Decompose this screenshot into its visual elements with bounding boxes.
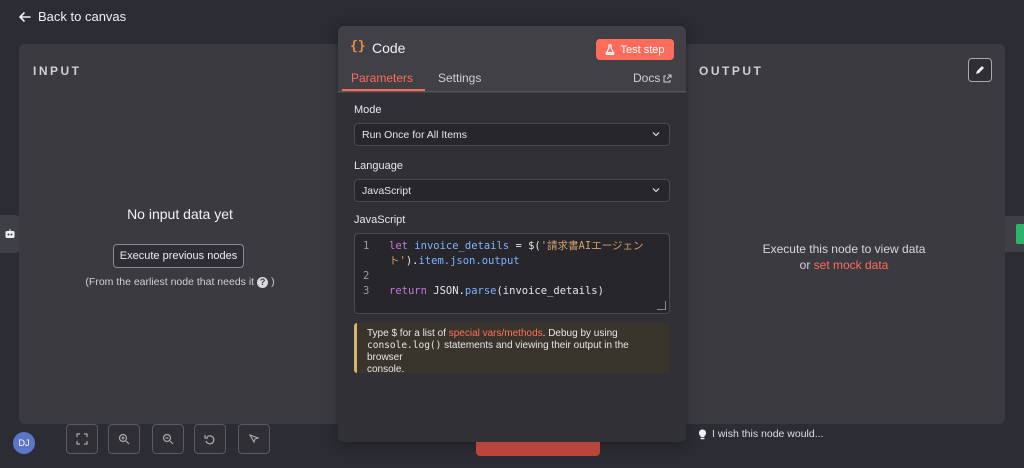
tab-settings[interactable]: Settings [438, 71, 481, 85]
mode-label: Mode [354, 104, 382, 116]
output-message-line: Execute this node to view data [762, 242, 926, 256]
node-title[interactable]: Code [372, 40, 405, 56]
docs-label: Docs [633, 71, 661, 85]
zoom-out-icon [162, 433, 174, 445]
reset-zoom-button[interactable] [194, 424, 226, 454]
mode-select-value: Run Once for All Items [362, 128, 468, 141]
robot-icon [5, 229, 15, 238]
back-to-canvas-label: Back to canvas [38, 9, 127, 24]
javascript-label: JavaScript [354, 214, 406, 226]
modal-tabs: Parameters Settings Docs [338, 66, 686, 92]
tab-docs[interactable]: Docs [633, 71, 672, 85]
cursor-icon [248, 433, 260, 444]
no-input-message: No input data yet [127, 206, 233, 222]
feedback-label: I wish this node would... [712, 428, 824, 440]
earliest-node-hint: (From the earliest node that needs it ? … [19, 276, 341, 288]
code-node-modal: {} Code Test step Parameters Settings Do… [338, 26, 686, 442]
language-select-value: JavaScript [362, 184, 412, 197]
code-line-3: 3 return JSON.parse(invoice_details) [363, 285, 604, 297]
output-message-or: or [799, 258, 811, 272]
execute-workflow-button[interactable] [476, 442, 600, 456]
zoom-in-icon [118, 433, 130, 445]
input-panel: INPUT No input data yet Execute previous… [19, 44, 341, 424]
arrow-left-icon [19, 11, 31, 22]
chevron-down-icon [652, 188, 660, 193]
test-step-button[interactable]: Test step [596, 39, 674, 60]
output-panel: OUTPUT Execute this node to view data or… [683, 44, 1005, 424]
pencil-icon [976, 66, 984, 74]
set-mock-data-link[interactable]: set mock data [814, 258, 889, 272]
fit-view-button[interactable] [66, 424, 98, 454]
code-line-2: 2 [363, 270, 370, 282]
zoom-in-button[interactable] [108, 424, 140, 454]
mode-select[interactable]: Run Once for All Items [354, 123, 670, 146]
tidy-up-button[interactable] [238, 424, 270, 454]
language-select[interactable]: JavaScript [354, 179, 670, 202]
code-line-1: 1 let invoice_details = $('請求書AIエージェン [363, 240, 644, 252]
code-braces-icon: {} [350, 39, 366, 54]
flask-icon [606, 44, 615, 55]
edit-output-button[interactable] [968, 58, 992, 82]
input-panel-title: INPUT [33, 64, 82, 78]
active-tab-indicator [342, 89, 425, 91]
external-link-icon [663, 74, 672, 82]
debug-notice: Type $ for a list of special vars/method… [354, 323, 670, 375]
tab-parameters[interactable]: Parameters [351, 71, 413, 85]
side-tab-left[interactable] [0, 215, 20, 253]
chevron-down-icon [652, 132, 660, 137]
earliest-node-hint-close: ) [271, 276, 275, 288]
avatar[interactable]: DJ [13, 432, 35, 454]
test-step-label: Test step [620, 43, 665, 56]
language-label: Language [354, 160, 403, 172]
modal-header: {} Code Test step [338, 26, 686, 66]
output-panel-title: OUTPUT [699, 64, 764, 78]
special-vars-link[interactable]: special vars/methods [449, 328, 543, 339]
undo-icon [204, 435, 215, 445]
output-empty-message: Execute this node to view data or set mo… [683, 241, 1005, 273]
execute-previous-nodes-button[interactable]: Execute previous nodes [113, 244, 244, 268]
question-icon[interactable]: ? [257, 276, 269, 288]
code-editor[interactable]: 1 let invoice_details = $('請求書AIエージェン ト'… [354, 233, 670, 314]
feedback-link[interactable]: I wish this node would... [698, 428, 823, 440]
sheet-icon [1016, 224, 1024, 244]
side-tab-right[interactable] [1002, 216, 1024, 252]
parameters-panel: Mode Run Once for All Items Language Jav… [338, 93, 686, 442]
zoom-out-button[interactable] [152, 424, 184, 454]
earliest-node-hint-text: (From the earliest node that needs it [85, 276, 255, 288]
lightbulb-icon [698, 428, 707, 439]
fit-view-icon [76, 433, 88, 445]
code-line-1-wrap: ト').item.json.output [389, 255, 520, 267]
back-to-canvas-link[interactable]: Back to canvas [18, 9, 126, 24]
resize-handle[interactable] [657, 301, 666, 310]
